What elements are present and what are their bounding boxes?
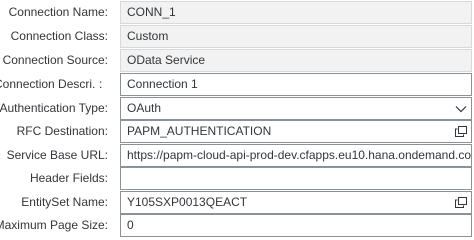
value-help-icon[interactable] [451, 192, 471, 213]
row-connection-class: Connection Class: Custom [0, 25, 474, 48]
maximum-page-size-label: Maximum Page Size: [0, 218, 108, 232]
rfc-destination-input[interactable]: PAPM_AUTHENTICATION [120, 120, 472, 143]
connection-description-value: Connection 1 [127, 77, 198, 91]
maximum-page-size-value: 0 [127, 218, 134, 232]
chevron-down-icon[interactable] [451, 98, 471, 119]
connection-source-field: OData Service [120, 49, 472, 72]
service-base-url-label: Service Base URL: [6, 148, 108, 162]
connection-class-label: Connection Class: [10, 29, 108, 43]
connection-source-label: Connection Source: [2, 53, 108, 67]
connection-class-field: Custom [120, 25, 472, 48]
connection-source-value: OData Service [127, 53, 206, 67]
service-base-url-input[interactable]: https://papm-cloud-api-prod-dev.cfapps.e… [120, 144, 472, 167]
row-connection-description: Connection Descri... : Connection 1 [0, 73, 474, 96]
row-connection-source: Connection Source: OData Service [0, 49, 474, 72]
rfc-destination-value: PAPM_AUTHENTICATION [127, 124, 272, 138]
row-entityset-name: EntitySet Name: Y105SXP0013QEACT [0, 191, 474, 214]
authentication-type-value: OAuth [127, 101, 162, 115]
row-maximum-page-size: Maximum Page Size: 0 [0, 214, 474, 237]
connection-description-colon: : [99, 77, 103, 91]
entityset-name-value: Y105SXP0013QEACT [127, 195, 248, 209]
connection-name-label: Connection Name: [8, 5, 108, 19]
entityset-name-label: EntitySet Name: [21, 195, 108, 209]
value-help-icon[interactable] [451, 121, 471, 142]
connection-name-value: CONN_1 [127, 5, 176, 19]
row-header-fields: Header Fields: [0, 167, 474, 190]
connection-description-label: Connection Descri... [0, 77, 96, 91]
entityset-name-input[interactable]: Y105SXP0013QEACT [120, 191, 472, 214]
row-authentication-type: Authentication Type: OAuth [0, 97, 474, 120]
row-connection-name: Connection Name: CONN_1 [0, 1, 474, 24]
rfc-destination-label: RFC Destination: [16, 124, 108, 138]
connection-name-field: CONN_1 [120, 1, 472, 24]
connection-description-input[interactable]: Connection 1 [120, 73, 472, 96]
maximum-page-size-input[interactable]: 0 [120, 214, 472, 237]
connection-form: Connection Name: CONN_1 Connection Class… [0, 0, 474, 240]
row-rfc-destination: RFC Destination: PAPM_AUTHENTICATION [0, 120, 474, 143]
connection-class-value: Custom [127, 29, 169, 43]
header-fields-label: Header Fields: [29, 171, 108, 185]
row-service-base-url: Service Base URL: https://papm-cloud-api… [0, 144, 474, 167]
authentication-type-label: Authentication Type: [0, 101, 108, 115]
header-fields-input[interactable] [120, 167, 472, 190]
service-base-url-value: https://papm-cloud-api-prod-dev.cfapps.e… [127, 148, 471, 162]
authentication-type-select[interactable]: OAuth [120, 97, 472, 120]
